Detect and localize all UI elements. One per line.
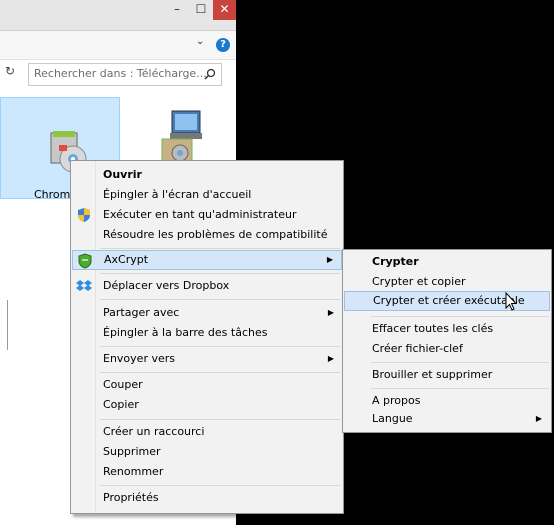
submenu-arrow-icon: ▶	[535, 414, 542, 423]
submenu-item-encrypt-executable[interactable]: Crypter et créer exécutable	[344, 291, 550, 311]
submenu-item-encrypt[interactable]: Crypter	[344, 252, 550, 272]
menu-item-send-to[interactable]: Envoyer vers ▶	[72, 349, 342, 369]
menu-separator	[100, 299, 340, 300]
minimize-button[interactable]: –	[165, 0, 189, 20]
search-icon[interactable]	[204, 68, 216, 80]
help-icon[interactable]: ?	[216, 38, 230, 52]
mouse-pointer-icon	[505, 292, 518, 311]
menu-separator	[371, 362, 549, 363]
search-input[interactable]: Rechercher dans : Télécharge...	[28, 63, 222, 86]
menu-item-rename[interactable]: Renommer	[72, 462, 342, 482]
menu-item-properties[interactable]: Propriétés	[72, 488, 342, 508]
refresh-icon[interactable]: ↻	[5, 64, 15, 78]
menu-separator	[100, 372, 340, 373]
menu-item-label: Langue	[372, 412, 413, 425]
submenu-item-about[interactable]: A propos	[344, 391, 550, 411]
expand-ribbon-icon[interactable]: ⌄	[196, 36, 204, 47]
close-button[interactable]: ✕	[213, 0, 236, 20]
menu-item-label: Partager avec	[103, 306, 180, 319]
menu-item-pin-taskbar[interactable]: Épingler à la barre des tâches	[72, 323, 342, 343]
submenu-arrow-icon: ▶	[326, 255, 333, 264]
menu-item-label: Envoyer vers	[103, 352, 175, 365]
menu-separator	[100, 346, 340, 347]
window-edge	[7, 300, 8, 350]
submenu-arrow-icon: ▶	[327, 354, 334, 363]
menu-item-delete[interactable]: Supprimer	[72, 442, 342, 462]
menu-item-copy[interactable]: Copier	[72, 395, 342, 415]
menu-item-troubleshoot[interactable]: Résoudre les problèmes de compatibilité	[72, 225, 342, 245]
menu-separator	[371, 316, 549, 317]
submenu-item-language[interactable]: Langue ▶	[344, 409, 550, 429]
menu-item-label: AxCrypt	[104, 253, 149, 266]
uac-shield-icon	[78, 208, 90, 222]
menu-item-cut[interactable]: Couper	[72, 375, 342, 395]
menu-item-axcrypt[interactable]: AxCrypt ▶	[72, 250, 342, 270]
menu-item-share-with[interactable]: Partager avec ▶	[72, 303, 342, 323]
menu-item-open[interactable]: Ouvrir	[72, 165, 342, 185]
menu-separator	[100, 485, 340, 486]
menu-item-label: Déplacer vers Dropbox	[103, 279, 230, 292]
context-menu: Ouvrir Épingler à l'écran d'accueil Exéc…	[70, 160, 344, 514]
search-placeholder: Rechercher dans : Télécharge...	[34, 67, 207, 80]
menu-item-run-as-admin[interactable]: Exécuter en tant qu'administrateur	[72, 205, 342, 225]
menu-separator	[100, 248, 340, 249]
menu-separator	[100, 273, 340, 274]
menu-item-label: Exécuter en tant qu'administrateur	[103, 208, 297, 221]
menu-item-dropbox[interactable]: Déplacer vers Dropbox	[72, 276, 342, 296]
maximize-button[interactable]: ☐	[189, 0, 213, 20]
submenu-arrow-icon: ▶	[327, 308, 334, 317]
menu-item-create-shortcut[interactable]: Créer un raccourci	[72, 422, 342, 442]
axcrypt-submenu: Crypter Crypter et copier Crypter et cré…	[342, 249, 552, 433]
menu-item-pin-start[interactable]: Épingler à l'écran d'accueil	[72, 185, 342, 205]
submenu-item-create-keyfile[interactable]: Créer fichier-clef	[344, 339, 550, 359]
submenu-item-encrypt-copy[interactable]: Crypter et copier	[344, 272, 550, 292]
submenu-item-clear-keys[interactable]: Effacer toutes les clés	[344, 319, 550, 339]
menu-separator	[100, 419, 340, 420]
axcrypt-icon	[78, 253, 92, 269]
dropbox-icon	[76, 280, 92, 291]
submenu-item-shred[interactable]: Brouiller et supprimer	[344, 365, 550, 385]
menu-separator	[371, 388, 549, 389]
file-label: Chrom	[34, 188, 71, 201]
